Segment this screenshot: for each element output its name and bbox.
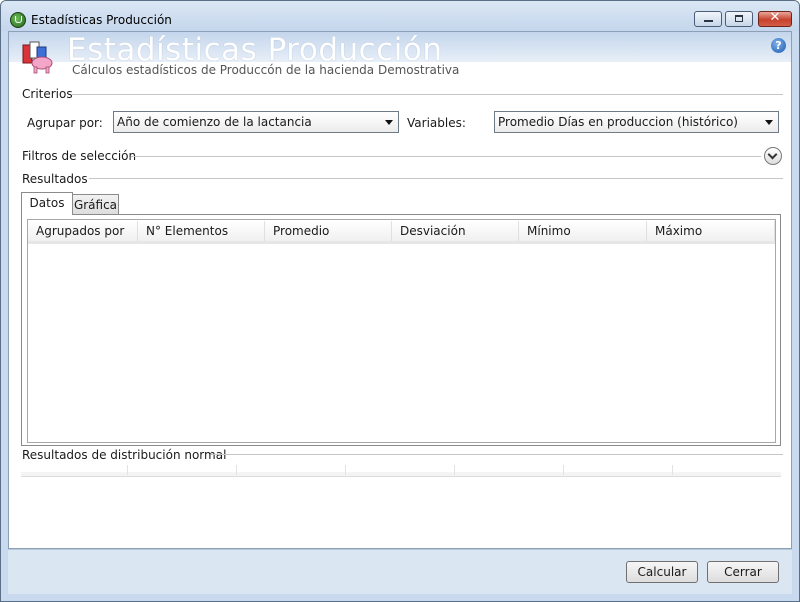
- distribucion-column-separator: [127, 465, 128, 475]
- resultados-section-label: Resultados: [22, 172, 88, 186]
- content-area: Estadísticas Producción Cálculos estadís…: [8, 31, 792, 549]
- tab-grafica[interactable]: Gráfica: [72, 194, 119, 215]
- distribucion-column-separator: [454, 465, 455, 475]
- variables-dropdown-value: Promedio Días en produccion (histórico): [498, 115, 738, 129]
- variables-label: Variables:: [407, 116, 466, 130]
- datos-tab-panel: Agrupados por N° Elementos Promedio Desv…: [21, 214, 781, 446]
- results-table-header: Agrupados por N° Elementos Promedio Desv…: [28, 221, 775, 242]
- agrupar-dropdown-value: Año de comienzo de la lactancia: [117, 115, 312, 129]
- resultados-divider: [89, 178, 783, 179]
- app-icon: [10, 12, 26, 28]
- cerrar-button[interactable]: Cerrar: [707, 561, 779, 583]
- expand-filtros-button[interactable]: [764, 147, 782, 165]
- tab-datos[interactable]: Datos: [21, 192, 73, 215]
- page-subtitle: Cálculos estadísticos de Produccón de la…: [72, 63, 460, 77]
- main-window: Estadísticas Producción ✕ Estadísticas P…: [0, 0, 800, 602]
- dialog-footer: Calcular Cerrar: [8, 549, 792, 594]
- statistics-logo-icon: [22, 41, 53, 74]
- distribucion-column-separator: [345, 465, 346, 475]
- distribucion-table-header[interactable]: [21, 472, 781, 477]
- distribucion-column-separator: [236, 465, 237, 475]
- maximize-button[interactable]: [725, 11, 753, 27]
- chevron-down-icon: [385, 120, 393, 125]
- filtros-divider: [131, 156, 761, 157]
- help-icon[interactable]: ?: [771, 38, 786, 53]
- results-table[interactable]: Agrupados por N° Elementos Promedio Desv…: [27, 219, 776, 443]
- minimize-icon: [704, 20, 713, 22]
- close-icon: ✕: [769, 10, 781, 25]
- chevron-down-icon: [765, 120, 773, 125]
- results-table-scrollbar[interactable]: [28, 241, 775, 244]
- maximize-icon: [735, 15, 743, 22]
- column-header-minimo[interactable]: Mínimo: [519, 221, 647, 241]
- criterios-section-label: Criterios: [22, 87, 73, 101]
- distribucion-divider: [211, 454, 783, 455]
- title-bar[interactable]: Estadísticas Producción ✕: [1, 1, 799, 31]
- criterios-divider: [71, 94, 783, 95]
- column-header-elementos[interactable]: N° Elementos: [138, 221, 265, 241]
- filtros-section-label: Filtros de selección: [22, 149, 137, 163]
- calcular-button[interactable]: Calcular: [626, 561, 698, 583]
- column-header-maximo[interactable]: Máximo: [647, 221, 775, 241]
- column-header-promedio[interactable]: Promedio: [265, 221, 392, 241]
- agrupar-label: Agrupar por:: [27, 116, 103, 130]
- window-title: Estadísticas Producción: [31, 13, 172, 27]
- column-header-desviacion[interactable]: Desviación: [392, 221, 519, 241]
- minimize-button[interactable]: [694, 11, 722, 27]
- variables-dropdown[interactable]: Promedio Días en produccion (histórico): [494, 111, 779, 133]
- close-button[interactable]: ✕: [758, 10, 792, 27]
- distribucion-column-separator: [672, 465, 673, 475]
- distribucion-section-label: Resultados de distribución normal: [22, 448, 227, 462]
- column-header-agrupados[interactable]: Agrupados por: [28, 221, 138, 241]
- agrupar-dropdown[interactable]: Año de comienzo de la lactancia: [113, 111, 399, 133]
- distribucion-column-separator: [563, 465, 564, 475]
